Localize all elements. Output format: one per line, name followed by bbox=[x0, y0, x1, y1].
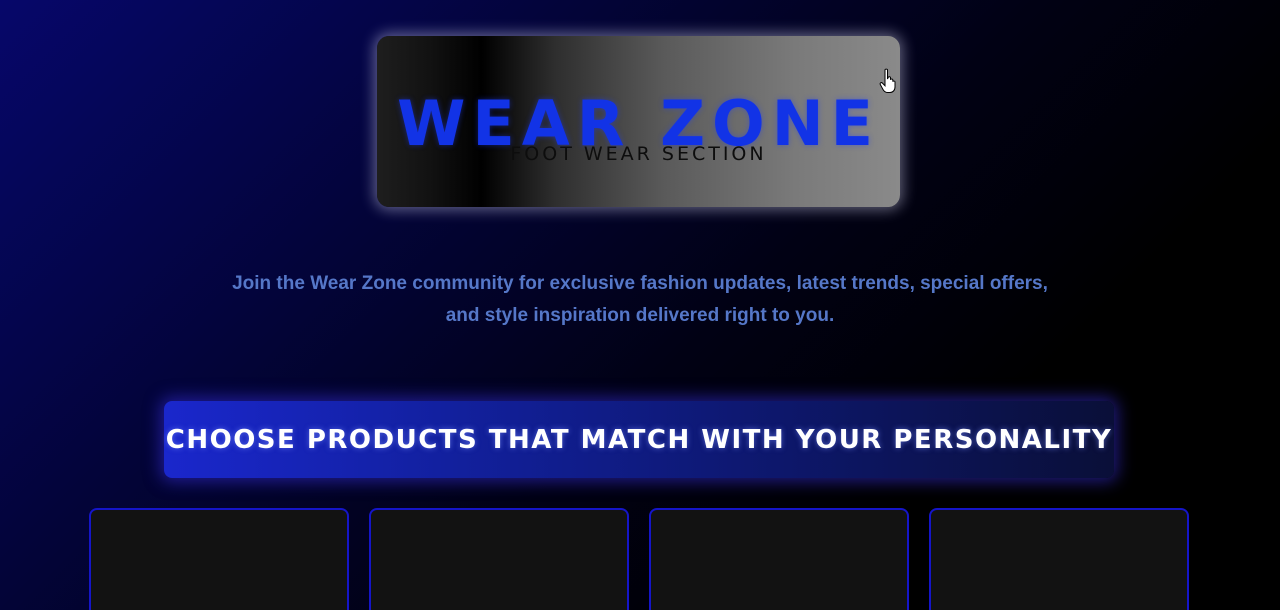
product-card[interactable] bbox=[929, 508, 1189, 610]
brand-logo-card[interactable]: WEAR ZONE FOOT WEAR SECTION bbox=[377, 36, 900, 207]
product-card[interactable] bbox=[649, 508, 909, 610]
product-grid bbox=[89, 508, 1189, 610]
product-card[interactable] bbox=[369, 508, 629, 610]
choose-products-banner-text: CHOOSE PRODUCTS THAT MATCH WITH YOUR PER… bbox=[165, 424, 1113, 455]
brand-subtitle: FOOT WEAR SECTION bbox=[510, 143, 767, 165]
hand-pointer-icon bbox=[879, 68, 896, 93]
choose-products-banner[interactable]: CHOOSE PRODUCTS THAT MATCH WITH YOUR PER… bbox=[164, 401, 1114, 478]
community-tagline: Join the Wear Zone community for exclusi… bbox=[232, 273, 1048, 326]
product-card[interactable] bbox=[89, 508, 349, 610]
